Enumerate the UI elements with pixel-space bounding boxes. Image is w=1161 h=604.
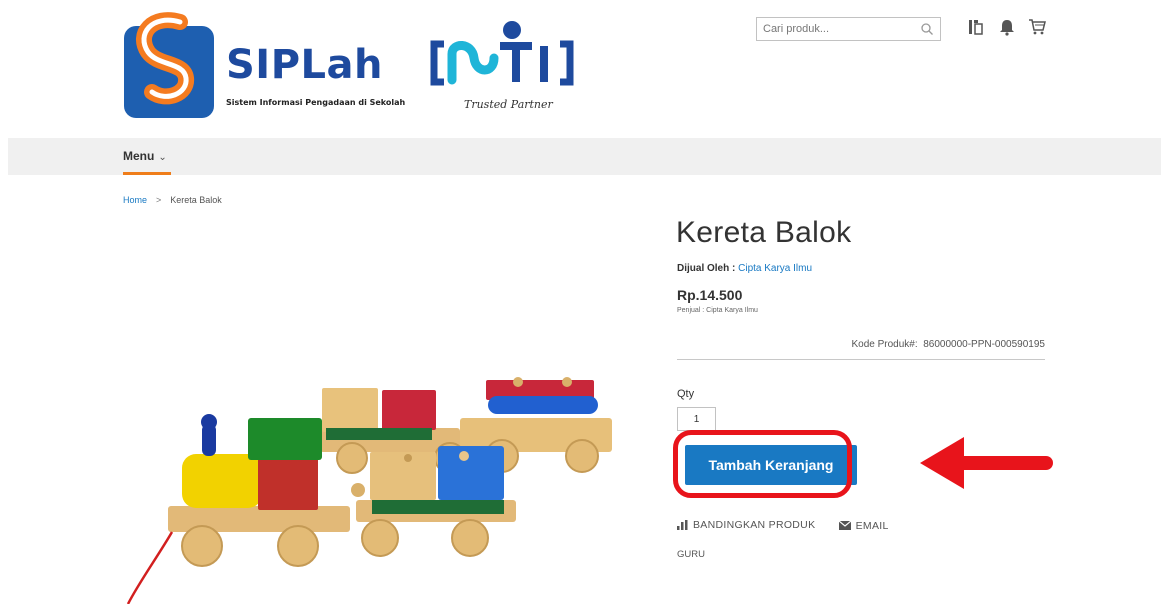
- siplah-logo-text: SIPLah: [226, 42, 383, 88]
- search-icon[interactable]: [920, 22, 934, 36]
- penjual-info: Penjual : Cipta Karya Ilmu: [677, 307, 758, 314]
- siplah-logo-mark: [124, 12, 214, 118]
- menu-dropdown[interactable]: Menu ⌄: [123, 138, 171, 175]
- chevron-down-icon: ⌄: [158, 152, 167, 163]
- email-label: EMAIL: [855, 519, 889, 532]
- siplah-logo-subtitle: Sistem Informasi Pengadaan di Sekolah: [226, 98, 406, 107]
- envelope-icon: [838, 521, 851, 530]
- compare-product-link[interactable]: BANDINGKAN PRODUK: [677, 519, 815, 531]
- siplah-logo[interactable]: SIPLah Sistem Informasi Pengadaan di Sek…: [122, 12, 412, 122]
- qty-label: Qty: [677, 388, 695, 400]
- initi-logo-mark: [430, 21, 574, 86]
- product-price: Rp.14.500: [677, 287, 743, 303]
- seller-link[interactable]: Cipta Karya Ilmu: [738, 263, 812, 274]
- product-title: Kereta Balok: [676, 216, 852, 249]
- product-code: Kode Produk#: 86000000-PPN-000590195: [851, 339, 1045, 350]
- cart-icon[interactable]: [1028, 18, 1046, 36]
- notification-bell-icon[interactable]: [998, 18, 1016, 36]
- compare-product-label: BANDINGKAN PRODUK: [693, 519, 816, 531]
- product-code-label: Kode Produk#:: [851, 339, 918, 350]
- qty-input[interactable]: [677, 407, 716, 431]
- search-input[interactable]: [757, 18, 907, 40]
- product-code-value: 86000000-PPN-000590195: [923, 339, 1045, 350]
- breadcrumb-current: Kereta Balok: [170, 195, 222, 205]
- seller-info: Dijual Oleh : Cipta Karya Ilmu: [677, 263, 812, 274]
- bar-chart-icon: [677, 520, 688, 530]
- breadcrumb-home-link[interactable]: Home: [123, 195, 147, 205]
- breadcrumb-separator-icon: >: [156, 195, 162, 205]
- product-actions: BANDINGKAN PRODUK EMAIL: [677, 519, 909, 533]
- menu-label: Menu: [123, 149, 155, 163]
- add-to-cart-button[interactable]: Tambah Keranjang: [685, 445, 857, 485]
- compare-icon[interactable]: [966, 18, 984, 36]
- seller-label: Dijual Oleh :: [677, 263, 736, 274]
- divider: [677, 359, 1045, 360]
- email-link[interactable]: EMAIL: [838, 519, 889, 532]
- breadcrumb: Home > Kereta Balok: [123, 195, 222, 205]
- pointer-arrow-annotation: [920, 437, 1053, 489]
- product-image: [126, 377, 612, 604]
- category-label: GURU: [677, 549, 705, 560]
- nav-bar: Menu ⌄: [8, 138, 1161, 175]
- initi-tagline: Trusted Partner: [464, 98, 553, 111]
- initi-partner-logo: Trusted Partner: [428, 14, 598, 118]
- search-box: [756, 17, 941, 41]
